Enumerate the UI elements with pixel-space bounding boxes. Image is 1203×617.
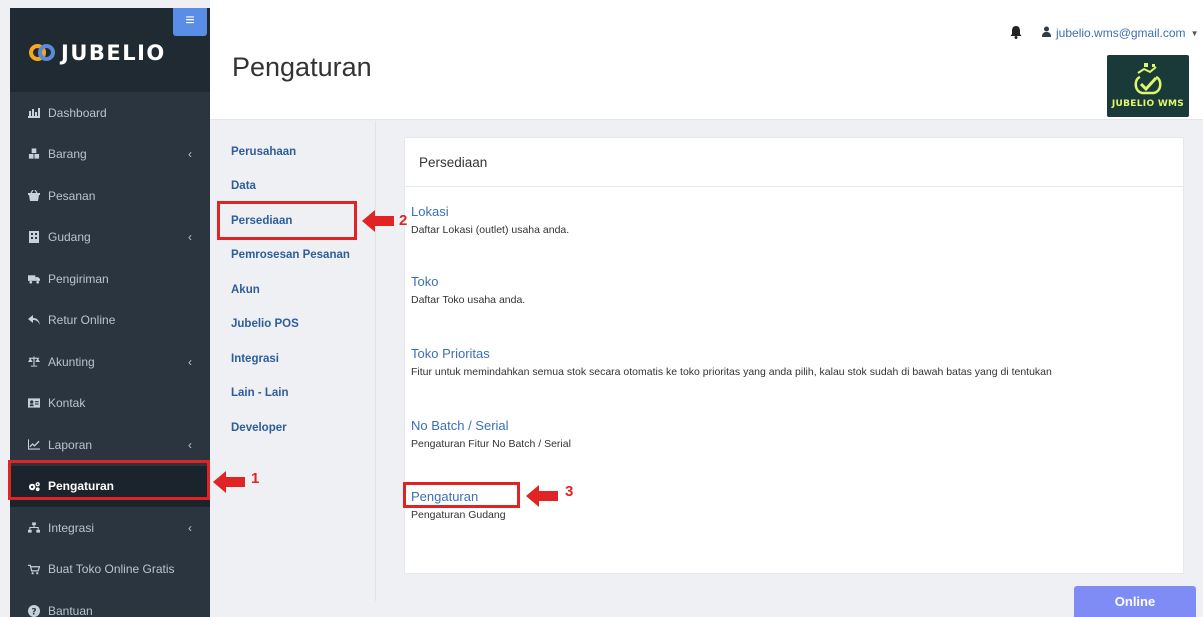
sidebar-item-pesanan[interactable]: Pesanan <box>10 175 210 217</box>
settings-nav-integrasi[interactable]: Integrasi <box>231 353 279 365</box>
red-arrow-icon <box>213 471 245 493</box>
sidebar-item-label: Integrasi <box>48 520 95 535</box>
step-number-1: 1 <box>251 470 260 487</box>
toko-link[interactable]: Toko <box>411 274 525 289</box>
truck-icon <box>28 273 40 285</box>
chevron-left-icon: ‹ <box>188 147 192 162</box>
bell-icon[interactable] <box>1009 25 1023 39</box>
sidebar-item-integrasi[interactable]: Integrasi ‹ <box>10 507 210 549</box>
building-icon <box>28 231 40 244</box>
user-icon <box>1042 26 1051 40</box>
sidebar-item-label: Dashboard <box>48 105 107 120</box>
settings-nav-lain-lain[interactable]: Lain - Lain <box>231 387 289 399</box>
entry-no-batch-serial: No Batch / Serial Pengaturan Fitur No Ba… <box>411 418 571 450</box>
red-arrow-icon <box>526 485 558 507</box>
sidebar-item-label: Kontak <box>48 396 86 411</box>
sidebar-item-retur-online[interactable]: Retur Online <box>10 300 210 342</box>
step-number-3: 3 <box>565 483 574 500</box>
sidebar-item-label: Pesanan <box>48 188 96 203</box>
no-batch-serial-description: Pengaturan Fitur No Batch / Serial <box>411 438 571 450</box>
highlight-box-3 <box>403 482 520 508</box>
highlight-box-2 <box>217 201 357 240</box>
sidebar-item-kontak[interactable]: Kontak <box>10 383 210 425</box>
page-title: Pengaturan <box>232 52 372 82</box>
sitemap-icon <box>28 522 40 534</box>
lokasi-link[interactable]: Lokasi <box>411 204 569 219</box>
entry-toko: Toko Daftar Toko usaha anda. <box>411 274 525 306</box>
sidebar: JUBELIO ≡ Dashboard Barang ‹ Pesanan Gud… <box>10 8 210 617</box>
sidebar-item-buat-toko-online[interactable]: Buat Toko Online Gratis <box>10 549 210 591</box>
sidebar-item-barang[interactable]: Barang ‹ <box>10 134 210 176</box>
persediaan-card: Persediaan Lokasi Daftar Lokasi (outlet)… <box>404 137 1184 574</box>
settings-nav-akun[interactable]: Akun <box>231 284 260 296</box>
user-menu[interactable]: jubelio.wms@gmail.com ▼ <box>1042 26 1198 40</box>
chevron-left-icon: ‹ <box>188 230 192 245</box>
online-status-button[interactable]: Online <box>1074 586 1196 617</box>
brand-name: JUBELIO <box>61 41 166 65</box>
chevron-left-icon: ‹ <box>188 354 192 369</box>
jubelio-wms-logo: JUBELIO WMS <box>1107 55 1189 117</box>
toko-prioritas-description: Fitur untuk memindahkan semua stok secar… <box>411 366 1052 378</box>
line-chart-icon <box>28 439 40 451</box>
chart-icon <box>28 107 40 119</box>
toko-description: Daftar Toko usaha anda. <box>411 294 526 306</box>
sidebar-item-label: Laporan <box>48 437 93 452</box>
settings-nav-jubelio-pos[interactable]: Jubelio POS <box>231 318 299 330</box>
wms-logo-icon <box>1134 63 1162 95</box>
entry-lokasi: Lokasi Daftar Lokasi (outlet) usaha anda… <box>411 204 569 236</box>
hamburger-menu-icon[interactable]: ≡ <box>173 8 207 36</box>
top-header: Pengaturan jubelio.wms@gmail.com ▼ JUBEL… <box>210 0 1203 120</box>
user-email: jubelio.wms@gmail.com <box>1056 26 1186 40</box>
no-batch-serial-link[interactable]: No Batch / Serial <box>411 418 571 433</box>
brand-logo[interactable]: JUBELIO <box>29 41 166 65</box>
step-number-2: 2 <box>399 212 408 229</box>
highlight-box-1 <box>8 460 210 500</box>
wms-logo-text: JUBELIO WMS <box>1111 99 1185 109</box>
cart-icon <box>28 563 40 575</box>
red-arrow-icon <box>362 210 394 232</box>
sidebar-item-pengiriman[interactable]: Pengiriman <box>10 258 210 300</box>
question-icon: ? <box>28 604 40 617</box>
jubelio-logo-icon <box>29 43 55 63</box>
chevron-left-icon: ‹ <box>188 437 192 452</box>
sidebar-item-label: Bantuan <box>48 603 93 617</box>
sidebar-menu: Dashboard Barang ‹ Pesanan Gudang ‹ Peng… <box>10 92 210 617</box>
settings-nav-perusahaan[interactable]: Perusahaan <box>231 146 296 158</box>
sidebar-item-label: Buat Toko Online Gratis <box>48 562 175 577</box>
entry-toko-prioritas: Toko Prioritas Fitur untuk memindahkan s… <box>411 346 1052 378</box>
toko-prioritas-link[interactable]: Toko Prioritas <box>411 346 1052 361</box>
sidebar-item-dashboard[interactable]: Dashboard <box>10 92 210 134</box>
sidebar-item-label: Akunting <box>48 354 95 369</box>
svg-text:?: ? <box>31 607 36 617</box>
contact-card-icon <box>28 397 40 409</box>
reply-icon <box>28 314 40 326</box>
caret-down-icon: ▼ <box>1190 28 1199 38</box>
settings-nav: Perusahaan Data Persediaan Pemrosesan Pe… <box>210 121 376 601</box>
settings-nav-pemrosesan-pesanan[interactable]: Pemrosesan Pesanan <box>231 249 350 261</box>
settings-nav-data[interactable]: Data <box>231 180 256 192</box>
sidebar-item-label: Retur Online <box>48 313 116 328</box>
balance-icon <box>28 356 40 368</box>
sidebar-item-label: Pengiriman <box>48 271 109 286</box>
card-title: Persediaan <box>405 138 1183 187</box>
settings-nav-developer[interactable]: Developer <box>231 422 287 434</box>
pengaturan-description: Pengaturan Gudang <box>411 509 506 521</box>
brand-header: JUBELIO ≡ <box>10 8 210 92</box>
sidebar-item-label: Barang <box>48 147 87 162</box>
chevron-left-icon: ‹ <box>188 520 192 535</box>
cubes-icon <box>28 148 40 160</box>
lokasi-description: Daftar Lokasi (outlet) usaha anda. <box>411 224 570 236</box>
sidebar-item-akunting[interactable]: Akunting ‹ <box>10 341 210 383</box>
sidebar-item-bantuan[interactable]: ? Bantuan <box>10 590 210 617</box>
basket-icon <box>28 190 40 202</box>
sidebar-item-gudang[interactable]: Gudang ‹ <box>10 217 210 259</box>
sidebar-item-label: Gudang <box>48 230 91 245</box>
